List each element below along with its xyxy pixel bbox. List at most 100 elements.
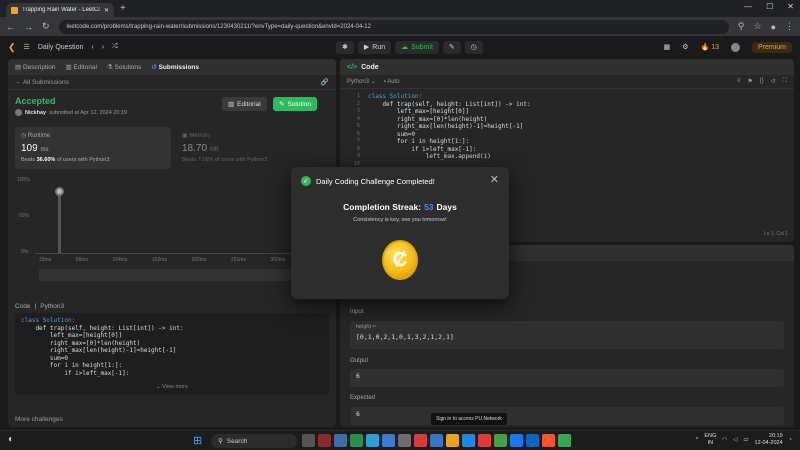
reset-icon[interactable]: ↺ <box>771 78 776 85</box>
daily-question-link[interactable]: Daily Question <box>38 44 84 51</box>
runtime-distribution-chart[interactable]: 100% 50% 0% 33ms 56ms 104ms 152ms 202ms … <box>15 175 329 283</box>
search-label: Search <box>226 437 248 445</box>
app-icon[interactable] <box>478 434 491 447</box>
debug-button[interactable]: ✱ <box>336 40 354 54</box>
profile-avatar-icon[interactable]: ● <box>771 22 776 32</box>
close-icon[interactable]: ✕ <box>490 173 499 186</box>
line-number: 3 <box>356 108 360 114</box>
app-icon[interactable] <box>430 434 443 447</box>
y-tick-0: 0% <box>21 249 29 255</box>
reload-icon[interactable]: ↻ <box>42 21 50 32</box>
forward-icon[interactable]: → <box>24 22 33 32</box>
close-window-icon[interactable]: ✕ <box>787 2 794 11</box>
editorial-button[interactable]: ▥ Editorial <box>222 97 267 111</box>
streak-counter[interactable]: 🔥 13 <box>701 43 719 51</box>
url-text: leetcode.com/problems/trapping-rain-wate… <box>66 23 371 30</box>
avatar <box>15 109 22 116</box>
premium-button[interactable]: Premium <box>751 41 792 53</box>
braces-icon[interactable]: {} <box>760 78 764 85</box>
chevron-down-icon: ⌄ <box>370 79 376 85</box>
app-icon[interactable] <box>414 434 427 447</box>
layout-icon[interactable]: ▦ <box>664 43 671 51</box>
app-icon[interactable] <box>382 434 395 447</box>
browser-menu-icon[interactable]: ⋮ <box>785 21 794 32</box>
app-icon[interactable] <box>462 434 475 447</box>
your-runtime-marker[interactable] <box>55 187 64 196</box>
code-tab-label[interactable]: Code <box>361 64 379 71</box>
language-indicator[interactable]: ENG IN <box>704 433 716 447</box>
next-problem-icon[interactable]: › <box>102 44 104 51</box>
language-select[interactable]: Python3 ⌄ <box>347 78 376 85</box>
editor-icons: ≡ ⚑ {} ↺ ⛶ <box>737 78 787 85</box>
format-icon[interactable]: ≡ <box>737 78 741 85</box>
clock-time: 20:19 <box>768 433 783 439</box>
zoom-icon[interactable]: ⚲ <box>738 21 745 32</box>
new-tab-icon[interactable]: + <box>120 3 126 14</box>
solution-button[interactable]: ✎ Solution <box>273 97 317 111</box>
tab-description-label: Description <box>22 64 56 71</box>
windows-start-icon[interactable]: ⊞ <box>193 434 202 447</box>
taskbar-search[interactable]: ⚲ Search <box>211 434 297 448</box>
battery-icon[interactable]: ▭ <box>743 437 748 443</box>
submit-button[interactable]: ☁ Submit <box>395 40 439 54</box>
app-icon[interactable] <box>526 434 539 447</box>
tab-editorial[interactable]: ▥ Editorial <box>65 63 96 71</box>
username[interactable]: Nickhay <box>25 110 46 116</box>
prev-problem-icon[interactable]: ‹ <box>91 44 93 51</box>
clock[interactable]: 20:19 12-04-2024 <box>755 433 783 447</box>
app-icon[interactable] <box>494 434 507 447</box>
notification-bell-icon[interactable]: ◔ <box>789 437 792 443</box>
submitted-code-block[interactable]: class Solution: def trap(self, height: L… <box>15 313 329 395</box>
tab-solutions[interactable]: ⚗ Solutions <box>107 63 141 71</box>
settings-gear-icon[interactable]: ⚙ <box>682 43 688 51</box>
runtime-unit: ms <box>40 147 49 153</box>
run-button[interactable]: ▶ Run <box>357 40 392 54</box>
app-icon[interactable] <box>302 434 315 447</box>
leetcode-favicon-icon <box>11 6 18 14</box>
notes-button[interactable]: ✎ <box>442 40 461 54</box>
tab-description[interactable]: ▤ Description <box>15 63 55 71</box>
minimize-icon[interactable]: — <box>744 2 752 11</box>
app-icon[interactable] <box>558 434 571 447</box>
tab-title: Trapping Rain Water - LeetCode <box>22 7 100 13</box>
all-submissions-link[interactable]: ← All Submissions <box>15 79 69 86</box>
wifi-icon[interactable]: ◠ <box>722 437 727 443</box>
y-tick-100: 100% <box>17 177 30 183</box>
url-field[interactable]: leetcode.com/problems/trapping-rain-wate… <box>58 19 729 34</box>
back-icon[interactable]: ← <box>6 22 15 32</box>
share-link-icon[interactable]: 🔗 <box>321 78 329 86</box>
view-more-link[interactable]: ⌄ View more <box>15 384 329 392</box>
user-avatar[interactable] <box>730 42 740 52</box>
fullscreen-icon[interactable]: ⛶ <box>783 78 787 85</box>
submitted-code-section: Code | Python3 class Solution: def trap(se… <box>8 299 336 427</box>
expected-label: Expected <box>350 395 376 401</box>
language-select-value: Python3 <box>347 79 370 85</box>
range-slider[interactable] <box>39 269 327 281</box>
bookmark-icon[interactable]: ⚑ <box>747 78 752 85</box>
runtime-card[interactable]: ◷ Runtime 109 ms Beats 36.60% of users w… <box>15 127 171 169</box>
app-icon[interactable] <box>398 434 411 447</box>
tray-overflow-icon[interactable]: ^ <box>696 437 699 443</box>
app-icon[interactable] <box>350 434 363 447</box>
tab-submissions[interactable]: ↺ Submissions <box>151 63 199 71</box>
close-tab-icon[interactable]: ✕ <box>104 7 109 14</box>
code-editor[interactable]: class Solution: def trap(self, height: L… <box>368 93 531 161</box>
bookmark-star-icon[interactable]: ☆ <box>753 21 761 32</box>
problem-list-icon[interactable]: ☰ <box>24 43 30 51</box>
leetcode-logo-icon[interactable]: ❮ <box>8 42 16 53</box>
browser-tab[interactable]: Trapping Rain Water - LeetCode ✕ <box>6 3 114 17</box>
app-icon[interactable] <box>366 434 379 447</box>
auto-toggle[interactable]: ▪ Auto <box>384 79 400 85</box>
app-icon[interactable] <box>318 434 331 447</box>
history-icon: ↺ <box>151 64 159 71</box>
maximize-icon[interactable]: ☐ <box>766 2 773 11</box>
volume-icon[interactable]: ◁ <box>733 437 737 443</box>
app-icon[interactable] <box>510 434 523 447</box>
app-icon[interactable] <box>542 434 555 447</box>
weather-icon[interactable]: ◐ <box>8 434 14 445</box>
app-icon[interactable] <box>446 434 459 447</box>
timer-button[interactable]: ◷ <box>464 40 483 54</box>
app-icon[interactable] <box>334 434 347 447</box>
memory-card[interactable]: ▣ Memory 18.70 MB Beats 7.16% of users w… <box>176 127 328 169</box>
shuffle-icon[interactable]: ⤮ <box>112 43 118 51</box>
